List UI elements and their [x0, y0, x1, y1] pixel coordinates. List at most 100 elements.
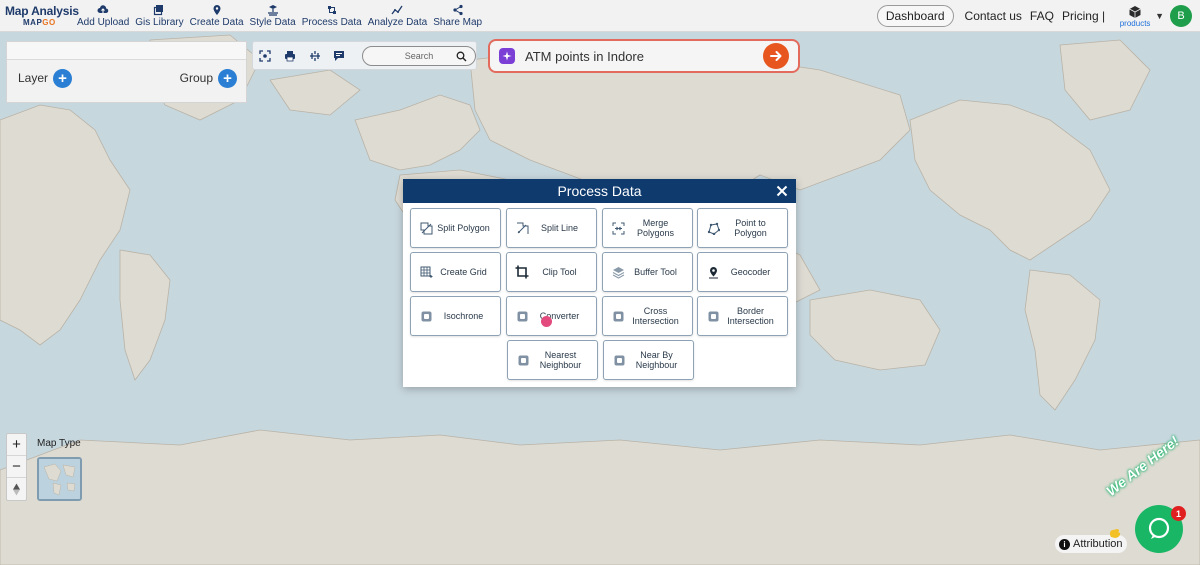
- tool-split-line[interactable]: Split Line: [506, 208, 597, 248]
- point-to-polygon-icon: [706, 221, 720, 235]
- close-button[interactable]: [774, 183, 790, 199]
- brand-logo[interactable]: Map Analysis MAPGO: [0, 0, 79, 32]
- nav-create-data[interactable]: Create Data: [187, 0, 247, 32]
- crop-icon: [515, 265, 529, 279]
- tool-cross-intersection[interactable]: Cross Intersection: [602, 296, 693, 336]
- chat-widget: We Are Here! 1: [1103, 433, 1200, 565]
- share-icon: [453, 4, 463, 15]
- tool-border-intersection[interactable]: Border Intersection: [697, 296, 788, 336]
- paint-icon: [267, 4, 278, 16]
- border-intersection-icon: [706, 309, 720, 323]
- tool-label: Point to Polygon: [734, 218, 767, 238]
- tool-label: Clip Tool: [542, 267, 577, 277]
- tool-label: Create Grid: [440, 267, 487, 277]
- zoom-out-button[interactable]: −: [7, 456, 26, 478]
- converter-icon: [515, 309, 529, 323]
- layer-control: Layer +: [18, 68, 73, 88]
- brand-name: Map Analysis: [5, 4, 79, 18]
- tool-geocoder[interactable]: Geocoder: [697, 252, 788, 292]
- tool-label: Geocoder: [730, 267, 771, 277]
- nav-share-map[interactable]: Share Map: [430, 0, 485, 32]
- tool-create-grid[interactable]: Create Grid: [410, 252, 501, 292]
- geocoder-pin-icon: [706, 265, 720, 279]
- nav-label: Add Upload: [77, 16, 130, 28]
- chat-bubble-icon: [1148, 517, 1170, 539]
- nearest-neighbour-icon: [516, 353, 530, 367]
- brand-sub-a: MAP: [23, 18, 43, 27]
- layer-panel: Layer + Group +: [6, 41, 247, 103]
- map-type-thumbnail[interactable]: [37, 457, 82, 501]
- tool-label: Converter: [539, 311, 580, 321]
- tool-buffer[interactable]: Buffer Tool: [602, 252, 693, 292]
- tool-isochrone[interactable]: Isochrone: [410, 296, 501, 336]
- tool-merge-polygons[interactable]: Merge Polygons: [602, 208, 693, 248]
- products-menu[interactable]: products: [1115, 5, 1155, 28]
- chevron-down-icon[interactable]: ▼: [1155, 11, 1164, 21]
- pricing-link[interactable]: Pricing |: [1062, 9, 1105, 23]
- cloud-upload-icon: [97, 4, 109, 13]
- zoom-control: + −: [6, 433, 27, 501]
- search-input[interactable]: [404, 50, 455, 61]
- brand-sub: MAPGO: [23, 18, 74, 27]
- close-icon: [776, 185, 788, 197]
- nav-gis-library[interactable]: Gis Library: [132, 0, 186, 32]
- ai-prompt-text[interactable]: ATM points in Indore: [525, 49, 763, 64]
- tool-label: Isochrone: [443, 311, 484, 321]
- compass-button[interactable]: [7, 478, 26, 500]
- faq-link[interactable]: FAQ: [1030, 9, 1054, 23]
- modal-header: Process Data: [403, 179, 796, 203]
- buffer-icon: [611, 265, 625, 279]
- tool-nearest-neighbour[interactable]: Nearest Neighbour: [507, 340, 598, 380]
- analyze-icon: [391, 5, 403, 14]
- nav-menu: Add Upload Gis Library Create Data Style…: [74, 0, 485, 32]
- tool-split-polygon[interactable]: Split Polygon: [410, 208, 501, 248]
- search-icon[interactable]: [456, 51, 467, 62]
- map-toolbar: [252, 41, 477, 70]
- isochrone-icon: [419, 309, 433, 323]
- nav-label: Create Data: [189, 16, 244, 28]
- add-layer-button[interactable]: +: [53, 68, 73, 88]
- contact-us-link[interactable]: Contact us: [965, 9, 1022, 23]
- nav-label: Process Data: [301, 16, 362, 28]
- nav-label: Gis Library: [135, 16, 184, 28]
- fullscreen-icon[interactable]: [259, 49, 272, 62]
- dashboard-button[interactable]: Dashboard: [876, 5, 954, 27]
- group-label: Group: [179, 71, 213, 85]
- nearby-neighbour-icon: [612, 353, 626, 367]
- nav-analyze-data[interactable]: Analyze Data: [365, 0, 430, 32]
- ai-prompt-bar[interactable]: ATM points in Indore: [488, 39, 800, 73]
- layers-icon: [154, 4, 164, 15]
- tool-converter[interactable]: Converter: [506, 296, 597, 336]
- comment-icon[interactable]: [333, 49, 346, 62]
- modal-body: Split Polygon Split Line Merge Polygons …: [403, 203, 796, 387]
- chat-badge: 1: [1171, 506, 1186, 521]
- print-icon[interactable]: [284, 49, 297, 62]
- map-thumbnail-image: [39, 459, 80, 499]
- tool-label: Split Line: [540, 223, 579, 233]
- nav-process-data[interactable]: Process Data: [299, 0, 365, 32]
- tool-point-to-polygon[interactable]: Point to Polygon: [697, 208, 788, 248]
- add-group-button[interactable]: +: [218, 68, 237, 88]
- nav-style-data[interactable]: Style Data: [247, 0, 299, 32]
- nav-right: Dashboard Contact us FAQ Pricing | produ…: [876, 0, 1200, 32]
- layer-panel-topbar: [7, 42, 246, 60]
- process-icon: [327, 5, 336, 14]
- arrow-right-icon: [770, 51, 782, 61]
- tool-clip[interactable]: Clip Tool: [506, 252, 597, 292]
- tool-nearby-neighbour[interactable]: Near By Neighbour: [603, 340, 694, 380]
- products-label: products: [1119, 18, 1151, 28]
- compass-icon: [13, 483, 20, 495]
- map-pin-icon: [213, 4, 221, 15]
- split-line-icon: [515, 221, 529, 235]
- zoom-in-button[interactable]: +: [7, 434, 26, 456]
- modal-title: Process Data: [557, 183, 642, 199]
- brand-sub-b: GO: [42, 18, 56, 27]
- avatar[interactable]: B: [1170, 5, 1192, 27]
- search-box: [361, 45, 477, 66]
- tool-label: Split Polygon: [437, 223, 490, 233]
- split-polygon-icon: [419, 221, 433, 235]
- measure-icon[interactable]: [308, 49, 321, 62]
- ai-submit-button[interactable]: [763, 43, 789, 69]
- nav-add-upload[interactable]: Add Upload: [74, 0, 132, 32]
- merge-polygons-icon: [611, 221, 625, 235]
